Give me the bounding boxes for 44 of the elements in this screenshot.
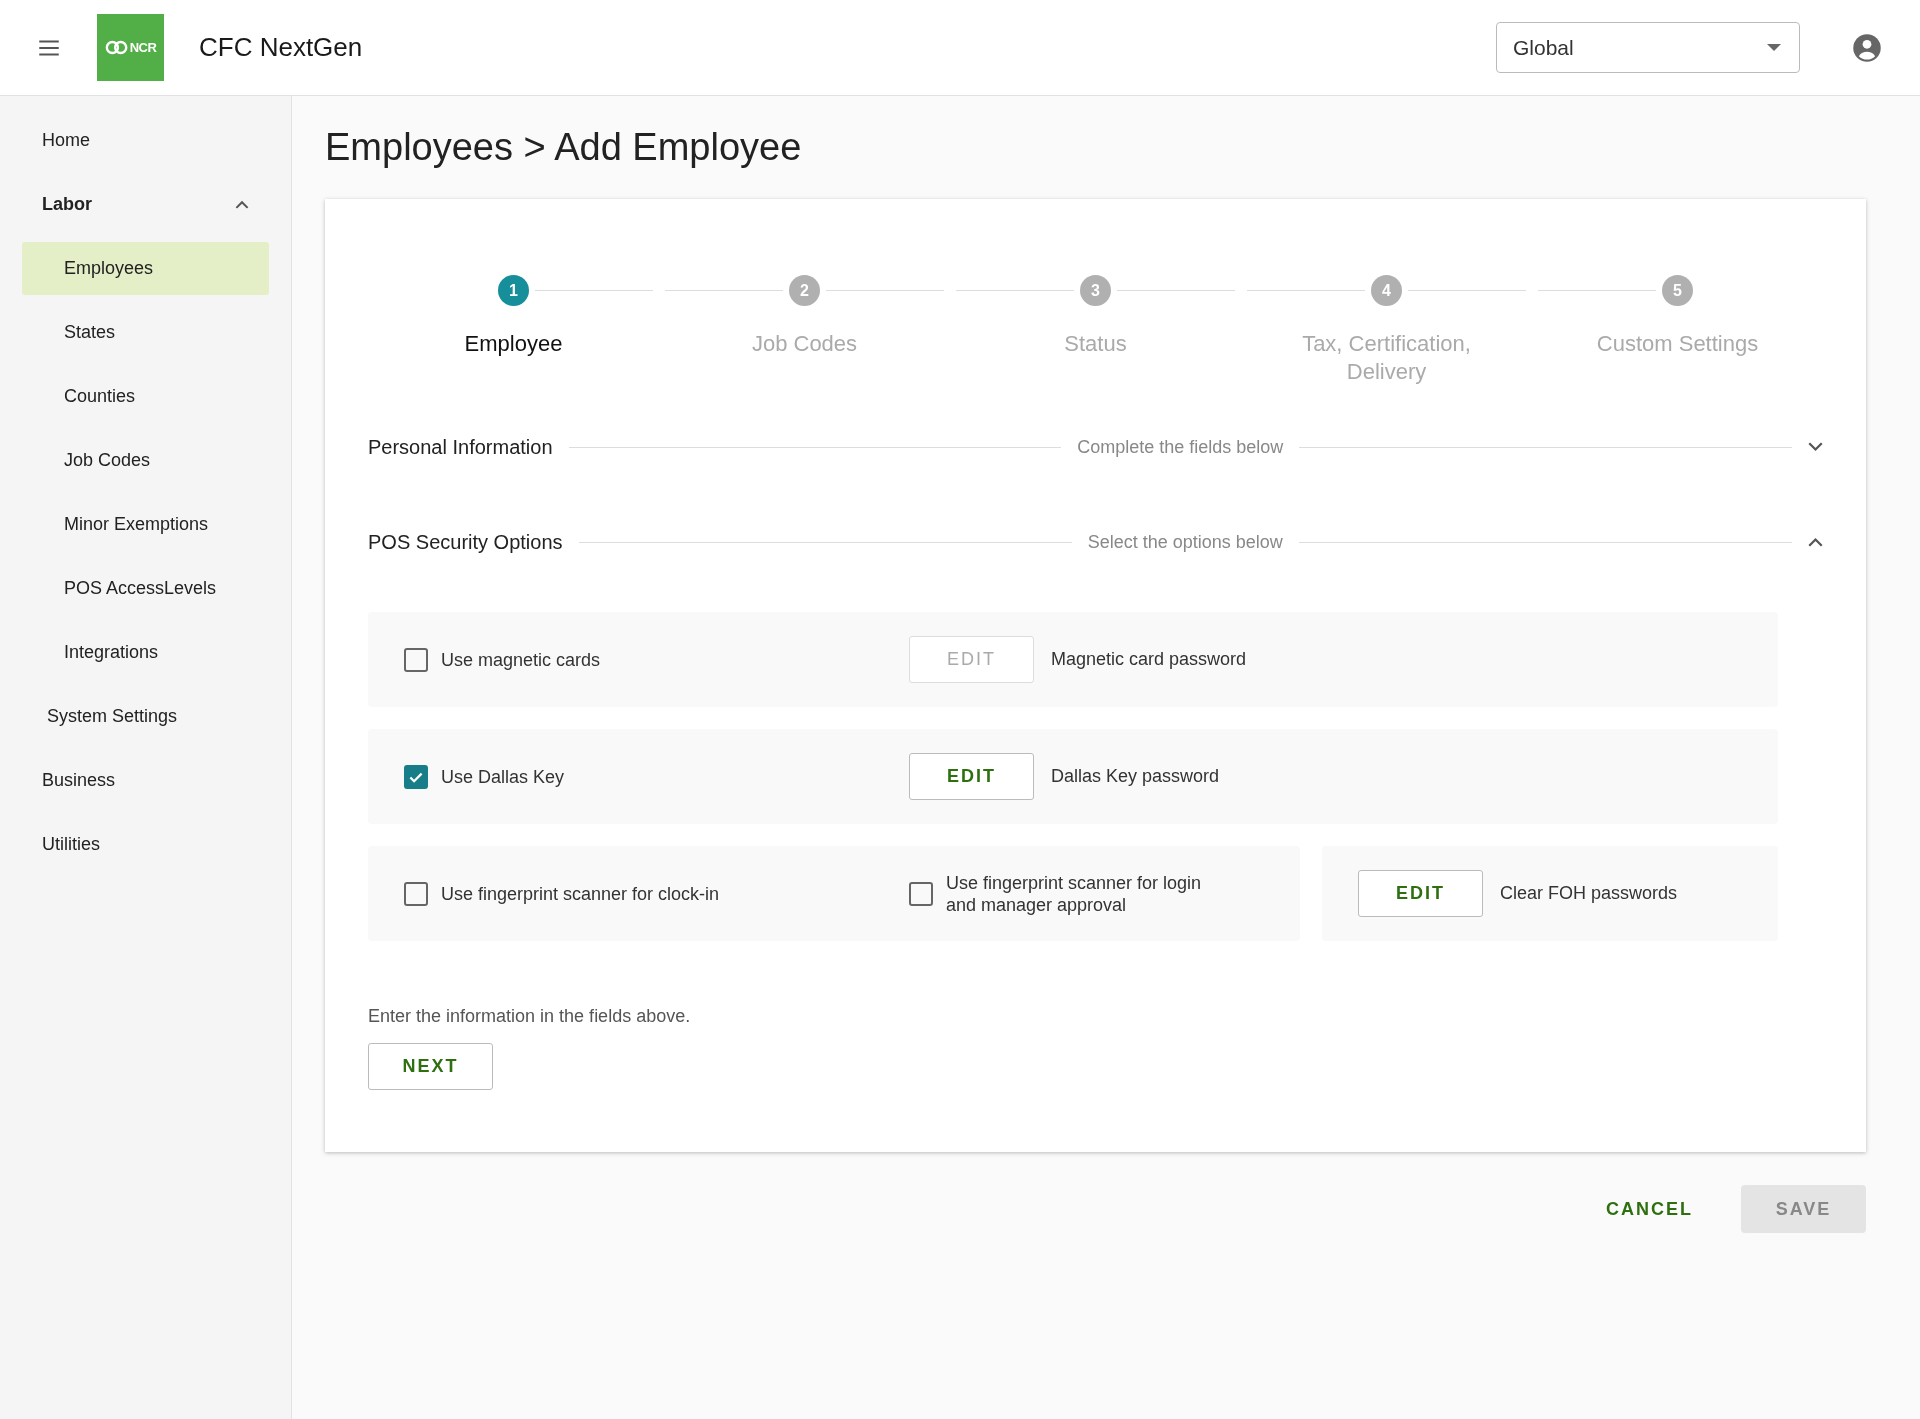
sidebar-item[interactable]: Home: [22, 114, 269, 167]
account-icon[interactable]: [1852, 32, 1882, 63]
chevron-icon: [235, 200, 249, 209]
password-label: Magnetic card password: [1051, 649, 1247, 670]
checkbox[interactable]: [909, 881, 933, 906]
sidebar-item[interactable]: Job Codes: [22, 434, 269, 487]
checkbox-label: Use Dallas Key: [441, 765, 565, 788]
form-hint: Enter the information in the fields above.: [368, 1006, 692, 1027]
step-number[interactable]: 1: [498, 275, 529, 306]
link-icon: [104, 40, 129, 55]
chevron-icon[interactable]: [1808, 442, 1823, 452]
page-title: Employees > Add Employee: [325, 126, 803, 169]
logo-text: NCR: [129, 40, 157, 55]
sidebar-item[interactable]: POS AccessLevels: [22, 562, 269, 615]
sidebar-item[interactable]: System Settings: [22, 690, 269, 743]
dropdown-arrow-icon: [1767, 44, 1781, 51]
edit-button[interactable]: EDIT: [909, 753, 1034, 800]
section-hint: Complete the fields below: [1077, 436, 1284, 458]
checkbox-label: Use magnetic cards: [441, 648, 601, 671]
checkbox[interactable]: [404, 647, 428, 672]
step-label[interactable]: Employee: [413, 330, 614, 358]
sidebar-item[interactable]: Employees: [22, 242, 269, 295]
cancel-button[interactable]: CANCEL: [1600, 1197, 1699, 1221]
sidebar-item[interactable]: Minor Exemptions: [22, 498, 269, 551]
password-label: Clear FOH passwords: [1500, 883, 1678, 904]
chevron-icon[interactable]: [1808, 537, 1823, 547]
sidebar-item[interactable]: Utilities: [22, 818, 269, 871]
app-title: CFC NextGen: [199, 32, 363, 63]
sidebar-item[interactable]: States: [22, 306, 269, 359]
sidebar-item[interactable]: Integrations: [22, 626, 269, 679]
section-title[interactable]: POS Security Options: [368, 530, 563, 554]
section-hint: Select the options below: [1087, 531, 1283, 553]
checkbox-label: Use fingerprint scanner for login and manager approval: [946, 871, 1203, 916]
section-title[interactable]: Personal Information: [368, 435, 553, 459]
checkbox[interactable]: [404, 881, 428, 906]
password-label: Dallas Key password: [1051, 766, 1220, 787]
scope-select[interactable]: Global: [1496, 22, 1800, 73]
next-button[interactable]: NEXT: [368, 1043, 493, 1090]
sidebar-item[interactable]: Labor: [22, 178, 269, 231]
checkbox[interactable]: [404, 764, 428, 789]
edit-button[interactable]: EDIT: [1358, 870, 1483, 917]
sidebar-item[interactable]: Business: [22, 754, 269, 807]
sidebar-item[interactable]: Counties: [22, 370, 269, 423]
checkbox-label: Use fingerprint scanner for clock-in: [441, 882, 720, 905]
